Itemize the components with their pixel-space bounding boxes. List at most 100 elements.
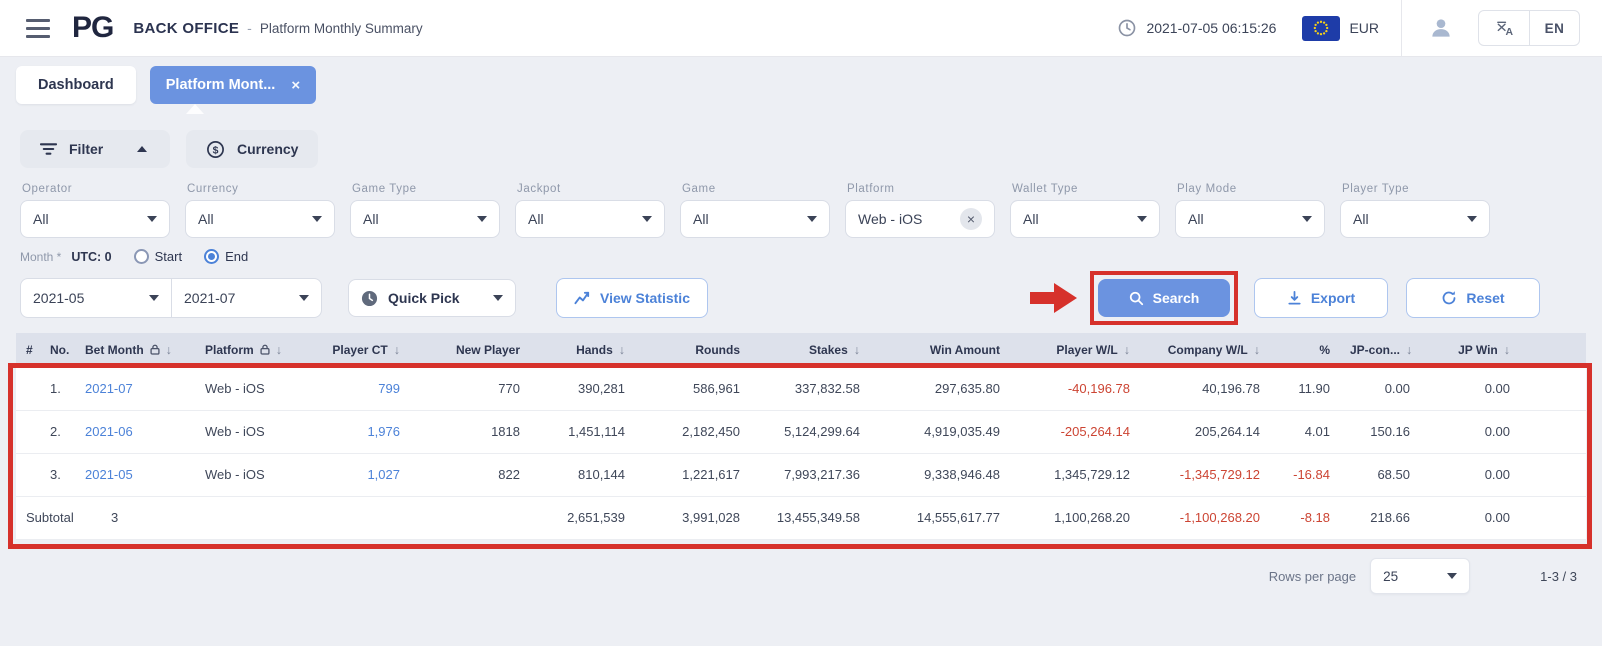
export-label: Export bbox=[1310, 290, 1356, 306]
column-header-jp_con[interactable]: JP-con... ↓ bbox=[1340, 333, 1420, 367]
filter-wallet-type: Wallet Type All bbox=[1010, 183, 1160, 238]
filter-select-game-type[interactable]: All bbox=[350, 200, 500, 238]
cell-platform: Web - iOS bbox=[195, 367, 310, 411]
chevron-down-icon bbox=[312, 216, 322, 222]
radio-start[interactable]: Start bbox=[133, 249, 182, 264]
search-button[interactable]: Search bbox=[1098, 279, 1230, 317]
svg-text:A: A bbox=[1505, 27, 1513, 38]
quick-pick-label: Quick Pick bbox=[388, 290, 460, 306]
cell-platform: Web - iOS bbox=[195, 453, 310, 497]
cell-player_ct[interactable]: 1,976 bbox=[310, 410, 410, 454]
filter-label-platform: Platform bbox=[847, 183, 895, 195]
cell-bet_month[interactable]: 2021-06 bbox=[75, 410, 195, 454]
chevron-down-icon bbox=[1137, 216, 1147, 222]
pagination-bar: Rows per page 25 1-3 / 3 bbox=[1269, 558, 1577, 594]
filter-select-platform[interactable]: Web - iOS × bbox=[845, 200, 995, 238]
filter-platform: Platform Web - iOS × bbox=[845, 183, 995, 238]
filter-select-operator[interactable]: All bbox=[20, 200, 170, 238]
page-title: Platform Monthly Summary bbox=[259, 20, 423, 36]
column-header-platform[interactable]: Platform ↓ bbox=[195, 333, 310, 367]
column-header-player_wl[interactable]: Player W/L ↓ bbox=[1010, 333, 1140, 367]
reset-button[interactable]: Reset bbox=[1406, 278, 1540, 318]
column-header-stakes[interactable]: Stakes ↓ bbox=[750, 333, 870, 367]
lock-icon bbox=[260, 344, 270, 355]
tab-bar: Dashboard Platform Mont... × bbox=[16, 66, 317, 104]
utc-label: UTC: 0 bbox=[71, 249, 112, 264]
filter-select-currency[interactable]: All bbox=[185, 200, 335, 238]
radio-end[interactable]: End bbox=[204, 249, 248, 264]
cell-stakes: 5,124,299.64 bbox=[750, 410, 870, 454]
quick-pick-select[interactable]: Quick Pick bbox=[348, 279, 516, 317]
sort-desc-icon: ↓ bbox=[853, 343, 860, 357]
month-from-select[interactable]: 2021-05 bbox=[21, 279, 171, 317]
filter-label-player-type: Player Type bbox=[1342, 183, 1410, 195]
tab-platform-monthly-summary[interactable]: Platform Mont... × bbox=[149, 66, 317, 104]
chevron-up-icon bbox=[137, 146, 148, 152]
filter-select-game[interactable]: All bbox=[680, 200, 830, 238]
language-switcher: A EN bbox=[1478, 10, 1580, 46]
month-from-value: 2021-05 bbox=[33, 290, 85, 306]
eu-flag-icon[interactable] bbox=[1302, 15, 1341, 41]
column-label: Company W/L bbox=[1167, 343, 1248, 357]
table-row: 1. 2021-07 Web - iOS 799 770 390,281 586,961 33… bbox=[16, 367, 1586, 411]
filter-game: Game All bbox=[680, 183, 830, 238]
column-label: New Player bbox=[455, 343, 520, 357]
filter-select-player-type[interactable]: All bbox=[1340, 200, 1490, 238]
currency-toggle-label: Currency bbox=[237, 141, 299, 157]
column-header-hands[interactable]: Hands ↓ bbox=[530, 333, 635, 367]
month-to-select[interactable]: 2021-07 bbox=[171, 279, 321, 317]
translate-button[interactable]: A bbox=[1479, 11, 1529, 45]
cell-win_amount: 9,338,946.48 bbox=[870, 453, 1010, 497]
filter-jackpot: Jackpot All bbox=[515, 183, 665, 238]
column-header-idx[interactable]: # bbox=[16, 333, 40, 367]
filter-value-platform: Web - iOS bbox=[858, 211, 923, 227]
filter-value-play-mode: All bbox=[1188, 211, 1204, 227]
filter-toggle-button[interactable]: Filter bbox=[20, 130, 170, 168]
cell-no: 1. bbox=[40, 367, 75, 411]
export-button[interactable]: Export bbox=[1254, 278, 1388, 318]
cell-stakes: 337,832.58 bbox=[750, 367, 870, 411]
column-header-no[interactable]: No. bbox=[40, 333, 75, 367]
user-profile-icon[interactable] bbox=[1428, 15, 1454, 41]
radio-end-label: End bbox=[225, 249, 249, 264]
filter-select-play-mode[interactable]: All bbox=[1175, 200, 1325, 238]
rows-per-page-select[interactable]: 25 bbox=[1370, 558, 1471, 594]
language-button[interactable]: EN bbox=[1529, 11, 1579, 45]
view-statistic-button[interactable]: View Statistic bbox=[556, 278, 708, 318]
chevron-down-icon bbox=[149, 295, 159, 301]
column-header-company_wl[interactable]: Company W/L ↓ bbox=[1140, 333, 1270, 367]
cell-bet_month[interactable]: 2021-07 bbox=[75, 367, 195, 411]
column-header-jp_win[interactable]: JP Win ↓ bbox=[1420, 333, 1586, 367]
column-header-pct[interactable]: % bbox=[1270, 333, 1340, 367]
cell-win_amount: 297,635.80 bbox=[870, 367, 1010, 411]
cell-player_ct[interactable]: 799 bbox=[310, 367, 410, 411]
cell-rounds: 1,221,617 bbox=[635, 453, 750, 497]
filter-label-wallet-type: Wallet Type bbox=[1012, 183, 1079, 195]
subtotal-cell-company_wl: -1,100,268.20 bbox=[1140, 495, 1270, 540]
column-header-new_player[interactable]: New Player bbox=[410, 333, 530, 367]
hamburger-menu-icon[interactable] bbox=[26, 18, 50, 38]
column-header-player_ct[interactable]: Player CT ↓ bbox=[310, 333, 410, 367]
filter-select-jackpot[interactable]: All bbox=[515, 200, 665, 238]
subtotal-cell-player_wl: 1,100,268.20 bbox=[1010, 495, 1140, 540]
clear-icon[interactable]: × bbox=[960, 208, 982, 230]
cell-idx bbox=[16, 410, 40, 454]
subtotal-cell-jp_con: 218.66 bbox=[1340, 495, 1420, 540]
sort-desc-icon: ↓ bbox=[1123, 343, 1130, 357]
cell-player_ct[interactable]: 1,027 bbox=[310, 453, 410, 497]
tab-dashboard[interactable]: Dashboard bbox=[16, 66, 136, 104]
filter-select-wallet-type[interactable]: All bbox=[1010, 200, 1160, 238]
datetime-display: 2021-07-05 06:15:26 bbox=[1146, 20, 1277, 36]
tab-label: Dashboard bbox=[38, 77, 114, 93]
column-label: JP Win bbox=[1458, 343, 1498, 357]
currency-toggle-button[interactable]: $ Currency bbox=[186, 130, 319, 168]
sort-desc-icon: ↓ bbox=[275, 343, 282, 357]
column-label: Player W/L bbox=[1056, 343, 1118, 357]
column-header-win_amount[interactable]: Win Amount bbox=[870, 333, 1010, 367]
cell-bet_month[interactable]: 2021-05 bbox=[75, 453, 195, 497]
filters-row: Operator All Currency All Game Type All Jackpo… bbox=[20, 183, 1490, 238]
column-header-bet_month[interactable]: Bet Month ↓ bbox=[75, 333, 195, 367]
filter-game-type: Game Type All bbox=[350, 183, 500, 238]
close-icon[interactable]: × bbox=[291, 78, 300, 93]
column-header-rounds[interactable]: Rounds bbox=[635, 333, 750, 367]
